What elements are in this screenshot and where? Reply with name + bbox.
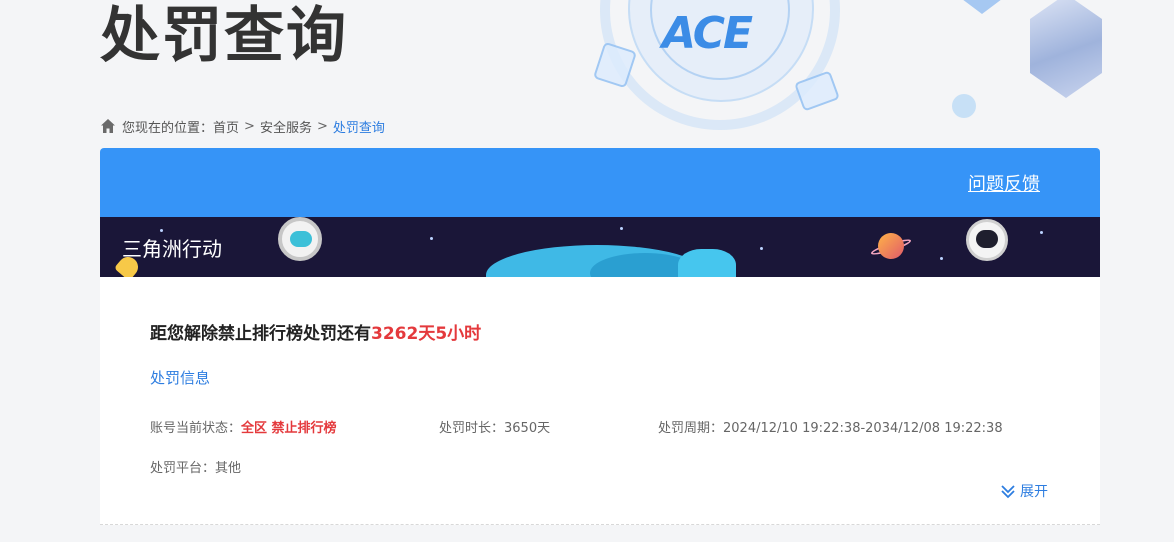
breadcrumb-separator: >: [244, 118, 255, 134]
duration-value: 3650天: [504, 421, 551, 436]
astronaut-illustration: [966, 219, 1008, 261]
star-decoration: [620, 227, 623, 230]
game-name: 三角洲行动: [122, 237, 222, 261]
home-icon: [101, 119, 115, 133]
punishment-details: 距您解除禁止排行榜处罚还有3262天5小时 处罚信息 账号当前状态：全区 禁止排…: [100, 277, 1100, 525]
card-header: 问题反馈: [100, 148, 1100, 217]
breadcrumb: 您现在的位置： 首页 > 安全服务 > 处罚查询: [100, 116, 385, 136]
star-decoration: [430, 237, 433, 240]
bubble-decoration: [952, 94, 976, 118]
account-status: 账号当前状态：全区 禁止排行榜: [150, 417, 337, 436]
astronaut-illustration: [278, 217, 322, 261]
section-title: 处罚信息: [150, 369, 211, 387]
page-title: 处罚查询: [100, 1, 348, 71]
breadcrumb-current[interactable]: 处罚查询: [333, 117, 385, 136]
punishment-platform: 处罚平台：其他: [150, 457, 241, 476]
breadcrumb-home[interactable]: 首页: [213, 117, 239, 136]
account-status-value: 全区 禁止排行榜: [241, 421, 337, 436]
punishment-duration: 处罚时长：3650天: [439, 417, 550, 436]
expand-button[interactable]: 展开: [1000, 481, 1048, 501]
period-label: 处罚周期：: [658, 421, 724, 436]
game-banner: 三角洲行动: [100, 217, 1100, 277]
platform-value: 其他: [215, 461, 242, 476]
star-decoration: [1040, 231, 1043, 234]
ace-logo: ACE: [662, 8, 753, 59]
planet-illustration: [878, 233, 904, 259]
platform-illustration: [678, 249, 736, 277]
corner-decoration: [958, 0, 1006, 14]
character-art: [1030, 0, 1102, 98]
platform-label: 处罚平台：: [150, 461, 216, 476]
duration-label: 处罚时长：: [439, 421, 505, 436]
star-decoration: [160, 229, 163, 232]
breadcrumb-prefix: 您现在的位置：: [122, 120, 214, 136]
star-decoration: [760, 247, 763, 250]
remaining-value: 3262天5小时: [371, 324, 482, 344]
breadcrumb-security-services[interactable]: 安全服务: [260, 117, 312, 136]
remaining-prefix: 距您解除禁止排行榜处罚还有: [150, 324, 371, 344]
account-status-label: 账号当前状态：: [150, 421, 242, 436]
feedback-link[interactable]: 问题反馈: [968, 170, 1040, 196]
period-value: 2024/12/10 19:22:38-2034/12/08 19:22:38: [723, 421, 1003, 436]
expand-label: 展开: [1020, 484, 1048, 500]
punishment-period: 处罚周期：2024/12/10 19:22:38-2034/12/08 19:2…: [658, 417, 1003, 436]
chevron-double-down-icon: [1001, 485, 1015, 499]
star-decoration: [940, 257, 943, 260]
remaining-time: 距您解除禁止排行榜处罚还有3262天5小时: [150, 319, 481, 344]
breadcrumb-separator: >: [316, 118, 328, 134]
